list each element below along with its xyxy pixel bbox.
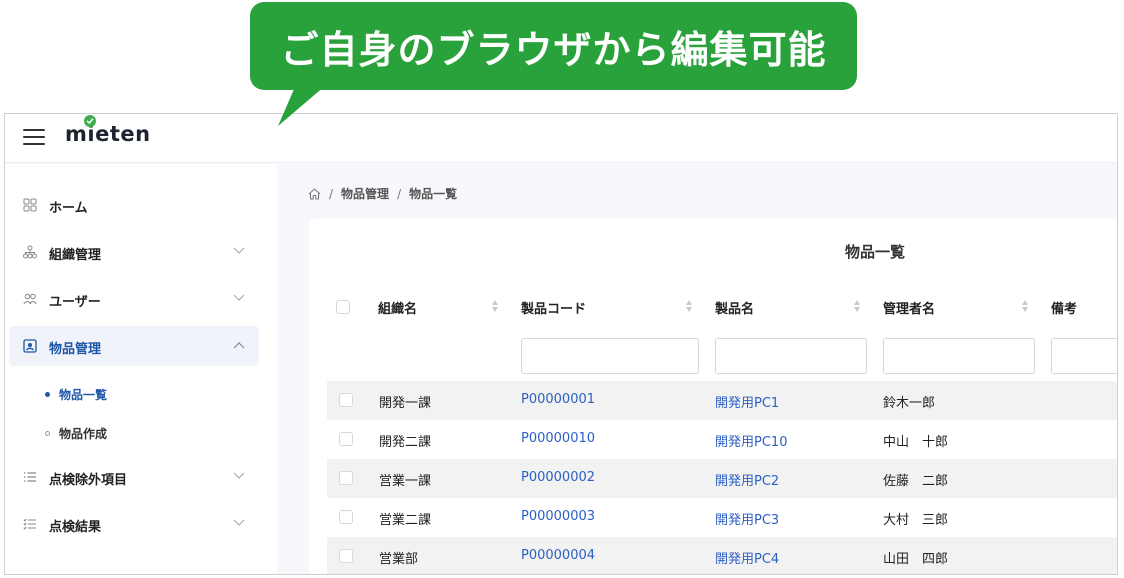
cell-name-link[interactable]: 開発用PC2 [715, 470, 779, 489]
filter-input-code[interactable] [521, 338, 699, 374]
chevron-up-icon [233, 342, 245, 349]
cell-org: 開発二課 [379, 435, 432, 450]
row-checkbox[interactable] [339, 471, 353, 485]
table-row[interactable]: 開発二課 P00000010 開発用PC10 中山 十郎 [327, 420, 1117, 459]
bullet-icon [45, 392, 50, 397]
column-header-code[interactable]: 製品コード [521, 298, 586, 317]
chevron-down-icon [233, 247, 245, 254]
cell-name-link[interactable]: 開発用PC1 [715, 392, 779, 411]
sidebar-item-assets[interactable]: 物品管理 [9, 326, 259, 366]
row-checkbox[interactable] [339, 510, 353, 524]
cell-manager: 中山 十郎 [883, 435, 949, 450]
cell-org: 営業二課 [379, 513, 432, 528]
sidebar-item-inspection-exclusions[interactable]: 点検除外項目 [9, 457, 259, 497]
subitem-label: 物品作成 [59, 427, 108, 441]
cell-code-link[interactable]: P00000001 [521, 392, 595, 407]
sidebar-item-label: 点検除外項目 [49, 473, 128, 488]
breadcrumb-separator: / [397, 186, 402, 201]
chevron-down-icon [233, 472, 245, 479]
app-window: m ieten ホーム 組織管理 ユーザー 物品管理 物品一覧 物品作成 点検除… [4, 113, 1118, 575]
chevron-down-icon [233, 519, 245, 526]
grid-icon [23, 198, 37, 212]
column-header-org[interactable]: 組織名 [378, 298, 417, 317]
sidebar-subitem-asset-list[interactable]: 物品一覧 [45, 386, 107, 403]
sort-icon[interactable] [853, 299, 861, 313]
sidebar-item-label: ユーザー [49, 295, 101, 310]
breadcrumb-item-asset-list: 物品一覧 [409, 187, 458, 201]
cell-name-link[interactable]: 開発用PC4 [715, 548, 779, 567]
cell-code-link[interactable]: P00000010 [521, 431, 595, 446]
breadcrumb-item-assets[interactable]: 物品管理 [341, 185, 389, 202]
asset-icon [23, 339, 37, 353]
filter-input-notes[interactable] [1051, 338, 1117, 374]
sidebar: ホーム 組織管理 ユーザー 物品管理 物品一覧 物品作成 点検除外項目 点検結果 [5, 164, 277, 574]
users-icon [23, 293, 37, 305]
cell-org: 開発一課 [379, 396, 432, 411]
sort-icon[interactable] [1021, 299, 1029, 313]
breadcrumb: / 物品管理 / 物品一覧 [308, 185, 457, 202]
cell-manager: 大村 三郎 [883, 513, 949, 528]
sidebar-item-label: ホーム [49, 201, 88, 216]
filter-input-name[interactable] [715, 338, 867, 374]
sidebar-item-home[interactable]: ホーム [9, 185, 259, 225]
list-icon [24, 472, 36, 482]
sort-icon[interactable] [491, 299, 499, 313]
table-row[interactable]: 営業部 P00000004 開発用PC4 山田 四郎 [327, 537, 1117, 574]
cell-name-link[interactable]: 開発用PC3 [715, 509, 779, 528]
top-bar: m ieten [5, 114, 1117, 163]
sidebar-subitem-asset-create[interactable]: 物品作成 [45, 425, 107, 442]
menu-icon[interactable] [23, 126, 47, 148]
cell-manager: 鈴木一郎 [883, 396, 936, 411]
cell-code-link[interactable]: P00000003 [521, 509, 595, 524]
sort-icon[interactable] [685, 299, 693, 313]
chevron-down-icon [233, 294, 245, 301]
sidebar-item-label: 組織管理 [49, 248, 102, 263]
breadcrumb-separator: / [329, 186, 334, 201]
cell-org: 営業一課 [379, 474, 432, 489]
select-all-checkbox[interactable] [336, 300, 350, 314]
cell-code-link[interactable]: P00000002 [521, 470, 595, 485]
logo: m ieten [65, 115, 151, 146]
column-header-name[interactable]: 製品名 [715, 298, 754, 317]
sidebar-item-label: 点検結果 [49, 520, 102, 535]
filter-input-manager[interactable] [883, 338, 1035, 374]
table-row[interactable]: 開発一課 P00000001 開発用PC1 鈴木一郎 [327, 381, 1117, 420]
row-checkbox[interactable] [339, 393, 353, 407]
sidebar-item-users[interactable]: ユーザー [9, 279, 259, 319]
sidebar-item-inspection-results[interactable]: 点検結果 [9, 504, 259, 544]
cell-name-link[interactable]: 開発用PC10 [715, 431, 787, 450]
page-title: 物品一覧 [845, 243, 906, 261]
cell-org: 営業部 [379, 552, 419, 567]
cell-manager: 山田 四郎 [883, 552, 949, 567]
row-checkbox[interactable] [339, 432, 353, 446]
callout-text: ご自身のブラウザから編集可能 [280, 27, 827, 72]
sidebar-item-org[interactable]: 組織管理 [9, 232, 259, 272]
cell-manager: 佐藤 二郎 [883, 474, 949, 489]
table-row[interactable]: 営業二課 P00000003 開発用PC3 大村 三郎 [327, 498, 1117, 537]
bullet-icon [45, 431, 50, 436]
org-tree-icon [23, 245, 37, 259]
sidebar-item-label: 物品管理 [49, 342, 102, 357]
checklist-icon [23, 518, 36, 530]
column-header-manager[interactable]: 管理者名 [883, 298, 935, 317]
row-checkbox[interactable] [339, 549, 353, 563]
cell-code-link[interactable]: P00000004 [521, 548, 595, 563]
column-header-notes[interactable]: 備考 [1051, 298, 1077, 317]
callout-bubble: ご自身のブラウザから編集可能 [250, 2, 857, 90]
home-icon[interactable] [308, 187, 321, 200]
subitem-label: 物品一覧 [59, 388, 108, 402]
table-row[interactable]: 営業一課 P00000002 開発用PC2 佐藤 二郎 [327, 459, 1117, 498]
